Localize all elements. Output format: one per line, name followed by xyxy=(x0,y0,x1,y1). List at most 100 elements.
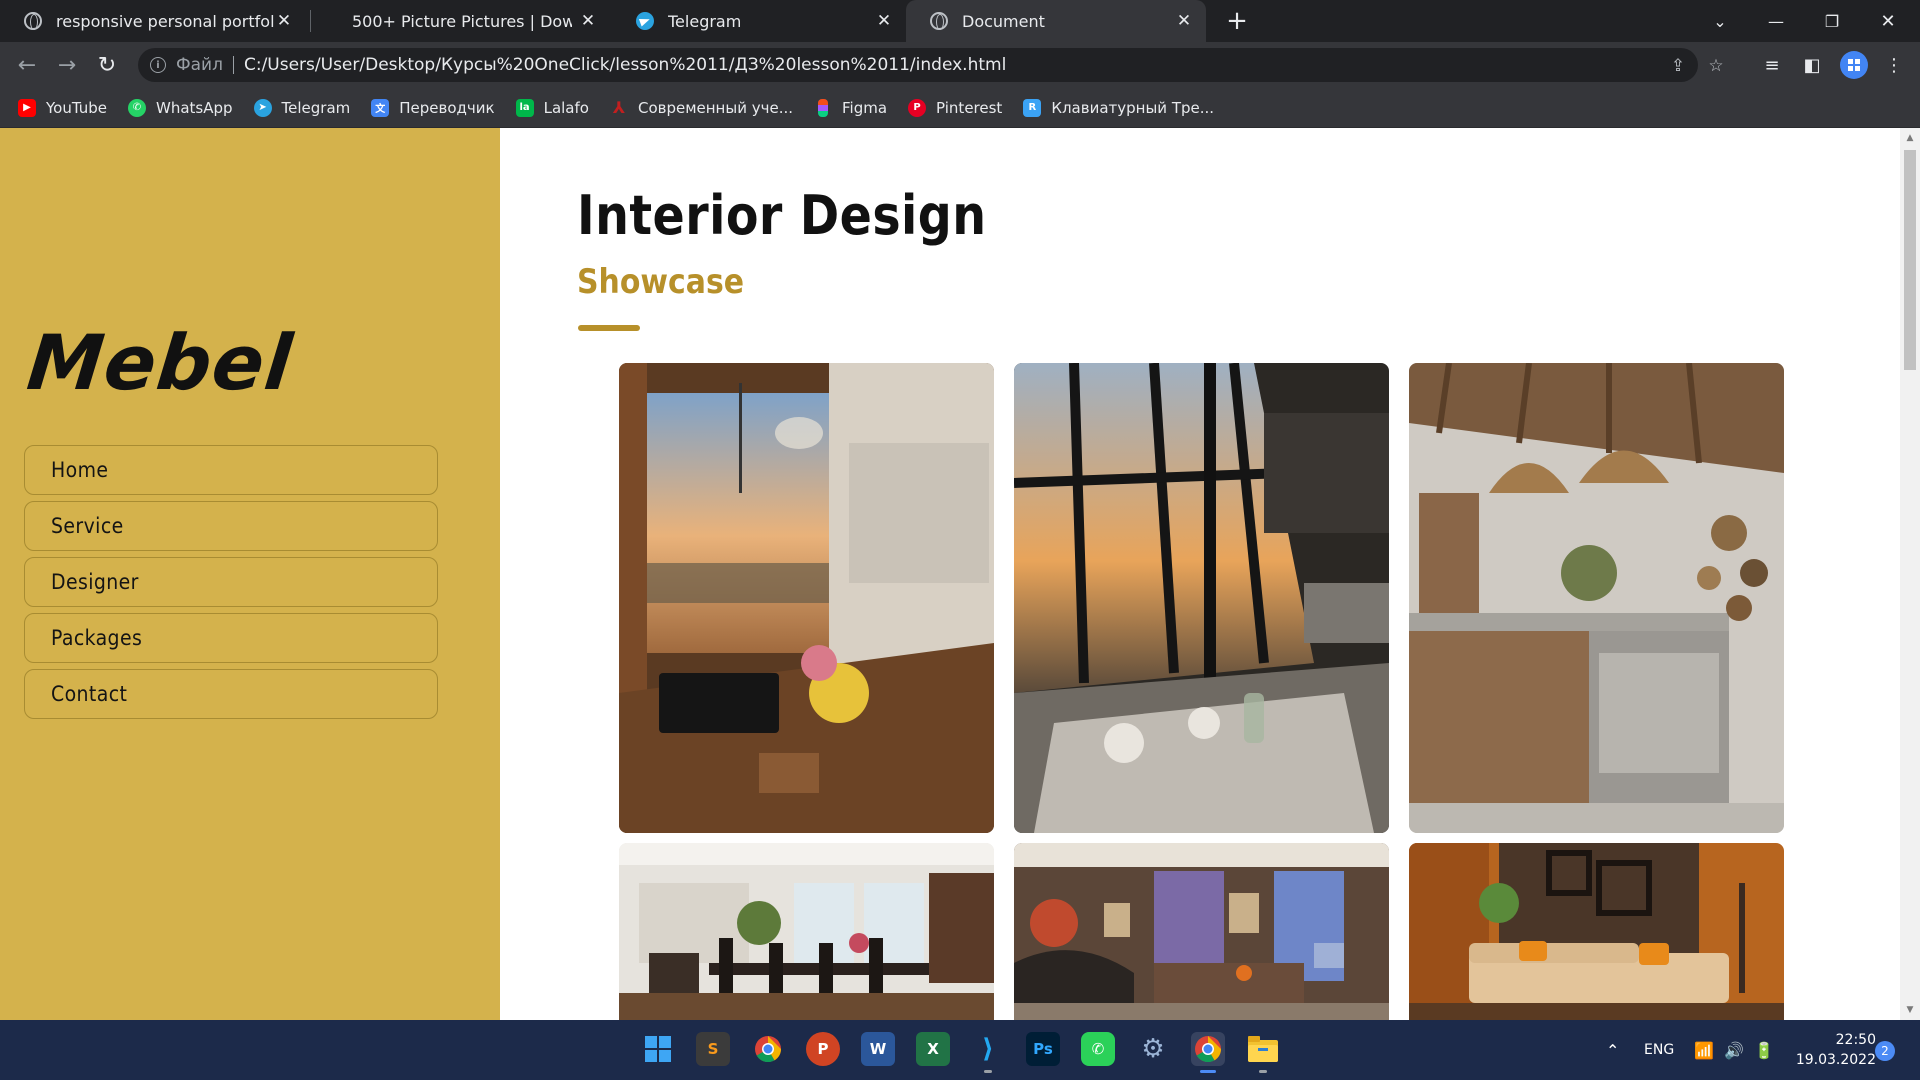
subtitle-underline xyxy=(578,325,640,331)
facetime-icon[interactable]: ✆ xyxy=(1081,1032,1115,1066)
bookmark-translator[interactable]: 文 Переводчик xyxy=(371,98,495,117)
powerpoint-icon[interactable]: P xyxy=(806,1032,840,1066)
side-panel-icon[interactable]: ◧ xyxy=(1800,53,1824,77)
bookmark-keyboard-trainer[interactable]: R Клавиатурный Тре... xyxy=(1023,98,1215,117)
photo-living-room-purple-curtains[interactable] xyxy=(1014,843,1389,1020)
close-icon[interactable]: ✕ xyxy=(1174,11,1194,31)
photoshop-icon[interactable]: Ps xyxy=(1026,1032,1060,1066)
tab-separator xyxy=(310,10,311,32)
main-content: Interior Design Showcase xyxy=(500,128,1900,1020)
new-tab-button[interactable]: + xyxy=(1222,6,1252,36)
omnibox-divider xyxy=(232,56,234,74)
running-indicator xyxy=(1200,1070,1216,1073)
bookmarks-bar: ▶ YouTube ✆ WhatsApp ➤ Telegram 文 Перево… xyxy=(0,88,1920,128)
tab-document[interactable]: Document ✕ xyxy=(906,0,1206,42)
wifi-icon[interactable]: 📶 xyxy=(1694,1020,1714,1080)
profile-avatar[interactable] xyxy=(1840,51,1868,79)
close-window-button[interactable]: ✕ xyxy=(1860,0,1916,42)
bookmark-label: Figma xyxy=(842,98,888,117)
close-icon[interactable]: ✕ xyxy=(578,11,598,31)
bookmark-label: Telegram xyxy=(281,98,351,117)
vscode-icon[interactable]: ⟩ xyxy=(971,1032,1005,1073)
bookmark-label: Клавиатурный Тре... xyxy=(1051,98,1215,117)
photo-dining-room-bright[interactable] xyxy=(619,843,994,1020)
volume-icon[interactable]: 🔊 xyxy=(1724,1020,1744,1080)
menu-item-packages[interactable]: Packages xyxy=(24,613,438,663)
scroll-up-arrow-icon[interactable]: ▲ xyxy=(1904,132,1916,144)
file-explorer-icon[interactable] xyxy=(1246,1032,1280,1073)
file-scheme-label: Файл xyxy=(176,55,223,75)
js-tutorial-icon: ⅄ xyxy=(612,98,626,117)
tab-strip: responsive personal portfolio we ✕ 500+ … xyxy=(0,0,1920,42)
scrollbar-thumb[interactable] xyxy=(1904,150,1916,370)
bookmark-label: WhatsApp xyxy=(156,98,233,117)
browser-toolbar: ← → ↻ i Файл C:/Users/User/Desktop/Курсы… xyxy=(0,42,1920,88)
telegram-icon xyxy=(636,12,654,30)
bookmark-star-icon[interactable]: ☆ xyxy=(1706,56,1726,76)
scroll-down-arrow-icon[interactable]: ▼ xyxy=(1904,1004,1916,1016)
share-icon[interactable]: ⇪ xyxy=(1668,56,1688,76)
close-icon[interactable]: ✕ xyxy=(874,11,894,31)
site-logo[interactable]: Mebel xyxy=(23,318,297,407)
reload-button[interactable]: ↻ xyxy=(92,50,122,80)
forward-button[interactable]: → xyxy=(52,50,82,80)
menu-kebab-icon[interactable]: ⋮ xyxy=(1882,53,1906,77)
restore-button[interactable]: ❐ xyxy=(1804,0,1860,42)
tab-title: responsive personal portfolio we xyxy=(56,11,274,31)
bookmark-pinterest[interactable]: P Pinterest xyxy=(908,98,1003,117)
pinterest-icon: P xyxy=(908,98,927,117)
globe-icon xyxy=(930,12,948,30)
bookmark-js-tutorial[interactable]: ⅄ Современный уче... xyxy=(610,98,794,117)
reading-list-icon[interactable]: ≡ xyxy=(1760,53,1784,77)
globe-icon xyxy=(24,12,42,30)
bookmark-youtube[interactable]: ▶ YouTube xyxy=(18,98,107,117)
info-icon[interactable]: i xyxy=(150,57,166,73)
chrome-icon[interactable] xyxy=(751,1032,785,1066)
notification-badge[interactable]: 2 xyxy=(1875,1041,1895,1061)
translate-icon: 文 xyxy=(371,98,390,117)
sublime-text-icon[interactable]: S xyxy=(696,1032,730,1066)
close-icon[interactable]: ✕ xyxy=(274,11,294,31)
section-subtitle: Showcase xyxy=(577,262,745,302)
excel-icon[interactable]: X xyxy=(916,1032,950,1066)
tab-title: Telegram xyxy=(668,11,742,31)
language-indicator[interactable]: ENG xyxy=(1644,1020,1674,1080)
tab-pictures[interactable]: 500+ Picture Pictures | Download ✕ xyxy=(312,0,610,42)
menu-item-contact[interactable]: Contact xyxy=(24,669,438,719)
clock-date: 19.03.2022 xyxy=(1795,1052,1876,1068)
url-text[interactable]: C:/Users/User/Desktop/Курсы%20OneClick/l… xyxy=(244,55,1006,75)
minimize-button[interactable]: — xyxy=(1748,0,1804,42)
bookmark-figma[interactable]: Figma xyxy=(814,98,888,117)
word-icon[interactable]: W xyxy=(861,1032,895,1066)
menu-item-home[interactable]: Home xyxy=(24,445,438,495)
bookmark-whatsapp[interactable]: ✆ WhatsApp xyxy=(128,98,233,117)
settings-icon[interactable]: ⚙ xyxy=(1136,1032,1170,1066)
show-hidden-icons-chevron-icon[interactable]: ⌃ xyxy=(1606,1020,1619,1080)
tab-title: Document xyxy=(962,11,1045,31)
bookmark-lalafo[interactable]: la Lalafo xyxy=(515,98,589,117)
tab-telegram[interactable]: Telegram ✕ xyxy=(612,0,906,42)
menu-item-service[interactable]: Service xyxy=(24,501,438,551)
bookmark-label: Современный уче... xyxy=(637,98,794,117)
photo-kitchen-window-sunset[interactable] xyxy=(619,363,994,833)
address-bar[interactable]: i Файл C:/Users/User/Desktop/Курсы%20One… xyxy=(138,48,1724,82)
photo-living-room-orange[interactable] xyxy=(1409,843,1784,1020)
youtube-icon: ▶ xyxy=(18,98,36,117)
bookmark-telegram[interactable]: ➤ Telegram xyxy=(253,98,351,117)
tab-portfolio[interactable]: responsive personal portfolio we ✕ xyxy=(0,0,306,42)
page-scrollbar[interactable]: ▲ ▼ xyxy=(1900,128,1920,1020)
photo-kitchen-wicker-lamps[interactable] xyxy=(1409,363,1784,833)
photo-loft-dining-sunset[interactable] xyxy=(1014,363,1389,833)
menu-item-designer[interactable]: Designer xyxy=(24,557,438,607)
chrome-active-icon[interactable] xyxy=(1191,1032,1225,1073)
system-clock[interactable]: 22:50 19.03.2022 xyxy=(1784,1030,1876,1070)
running-indicator xyxy=(1259,1070,1267,1073)
windows-logo-icon xyxy=(1848,59,1860,71)
windows-start-icon[interactable] xyxy=(641,1032,675,1066)
lalafo-icon: la xyxy=(515,98,534,117)
tab-search-button[interactable]: ⌄ xyxy=(1692,0,1748,42)
back-button[interactable]: ← xyxy=(12,50,42,80)
running-indicator xyxy=(984,1070,992,1073)
bookmark-label: Pinterest xyxy=(936,98,1003,117)
battery-icon[interactable]: 🔋 xyxy=(1754,1020,1774,1080)
